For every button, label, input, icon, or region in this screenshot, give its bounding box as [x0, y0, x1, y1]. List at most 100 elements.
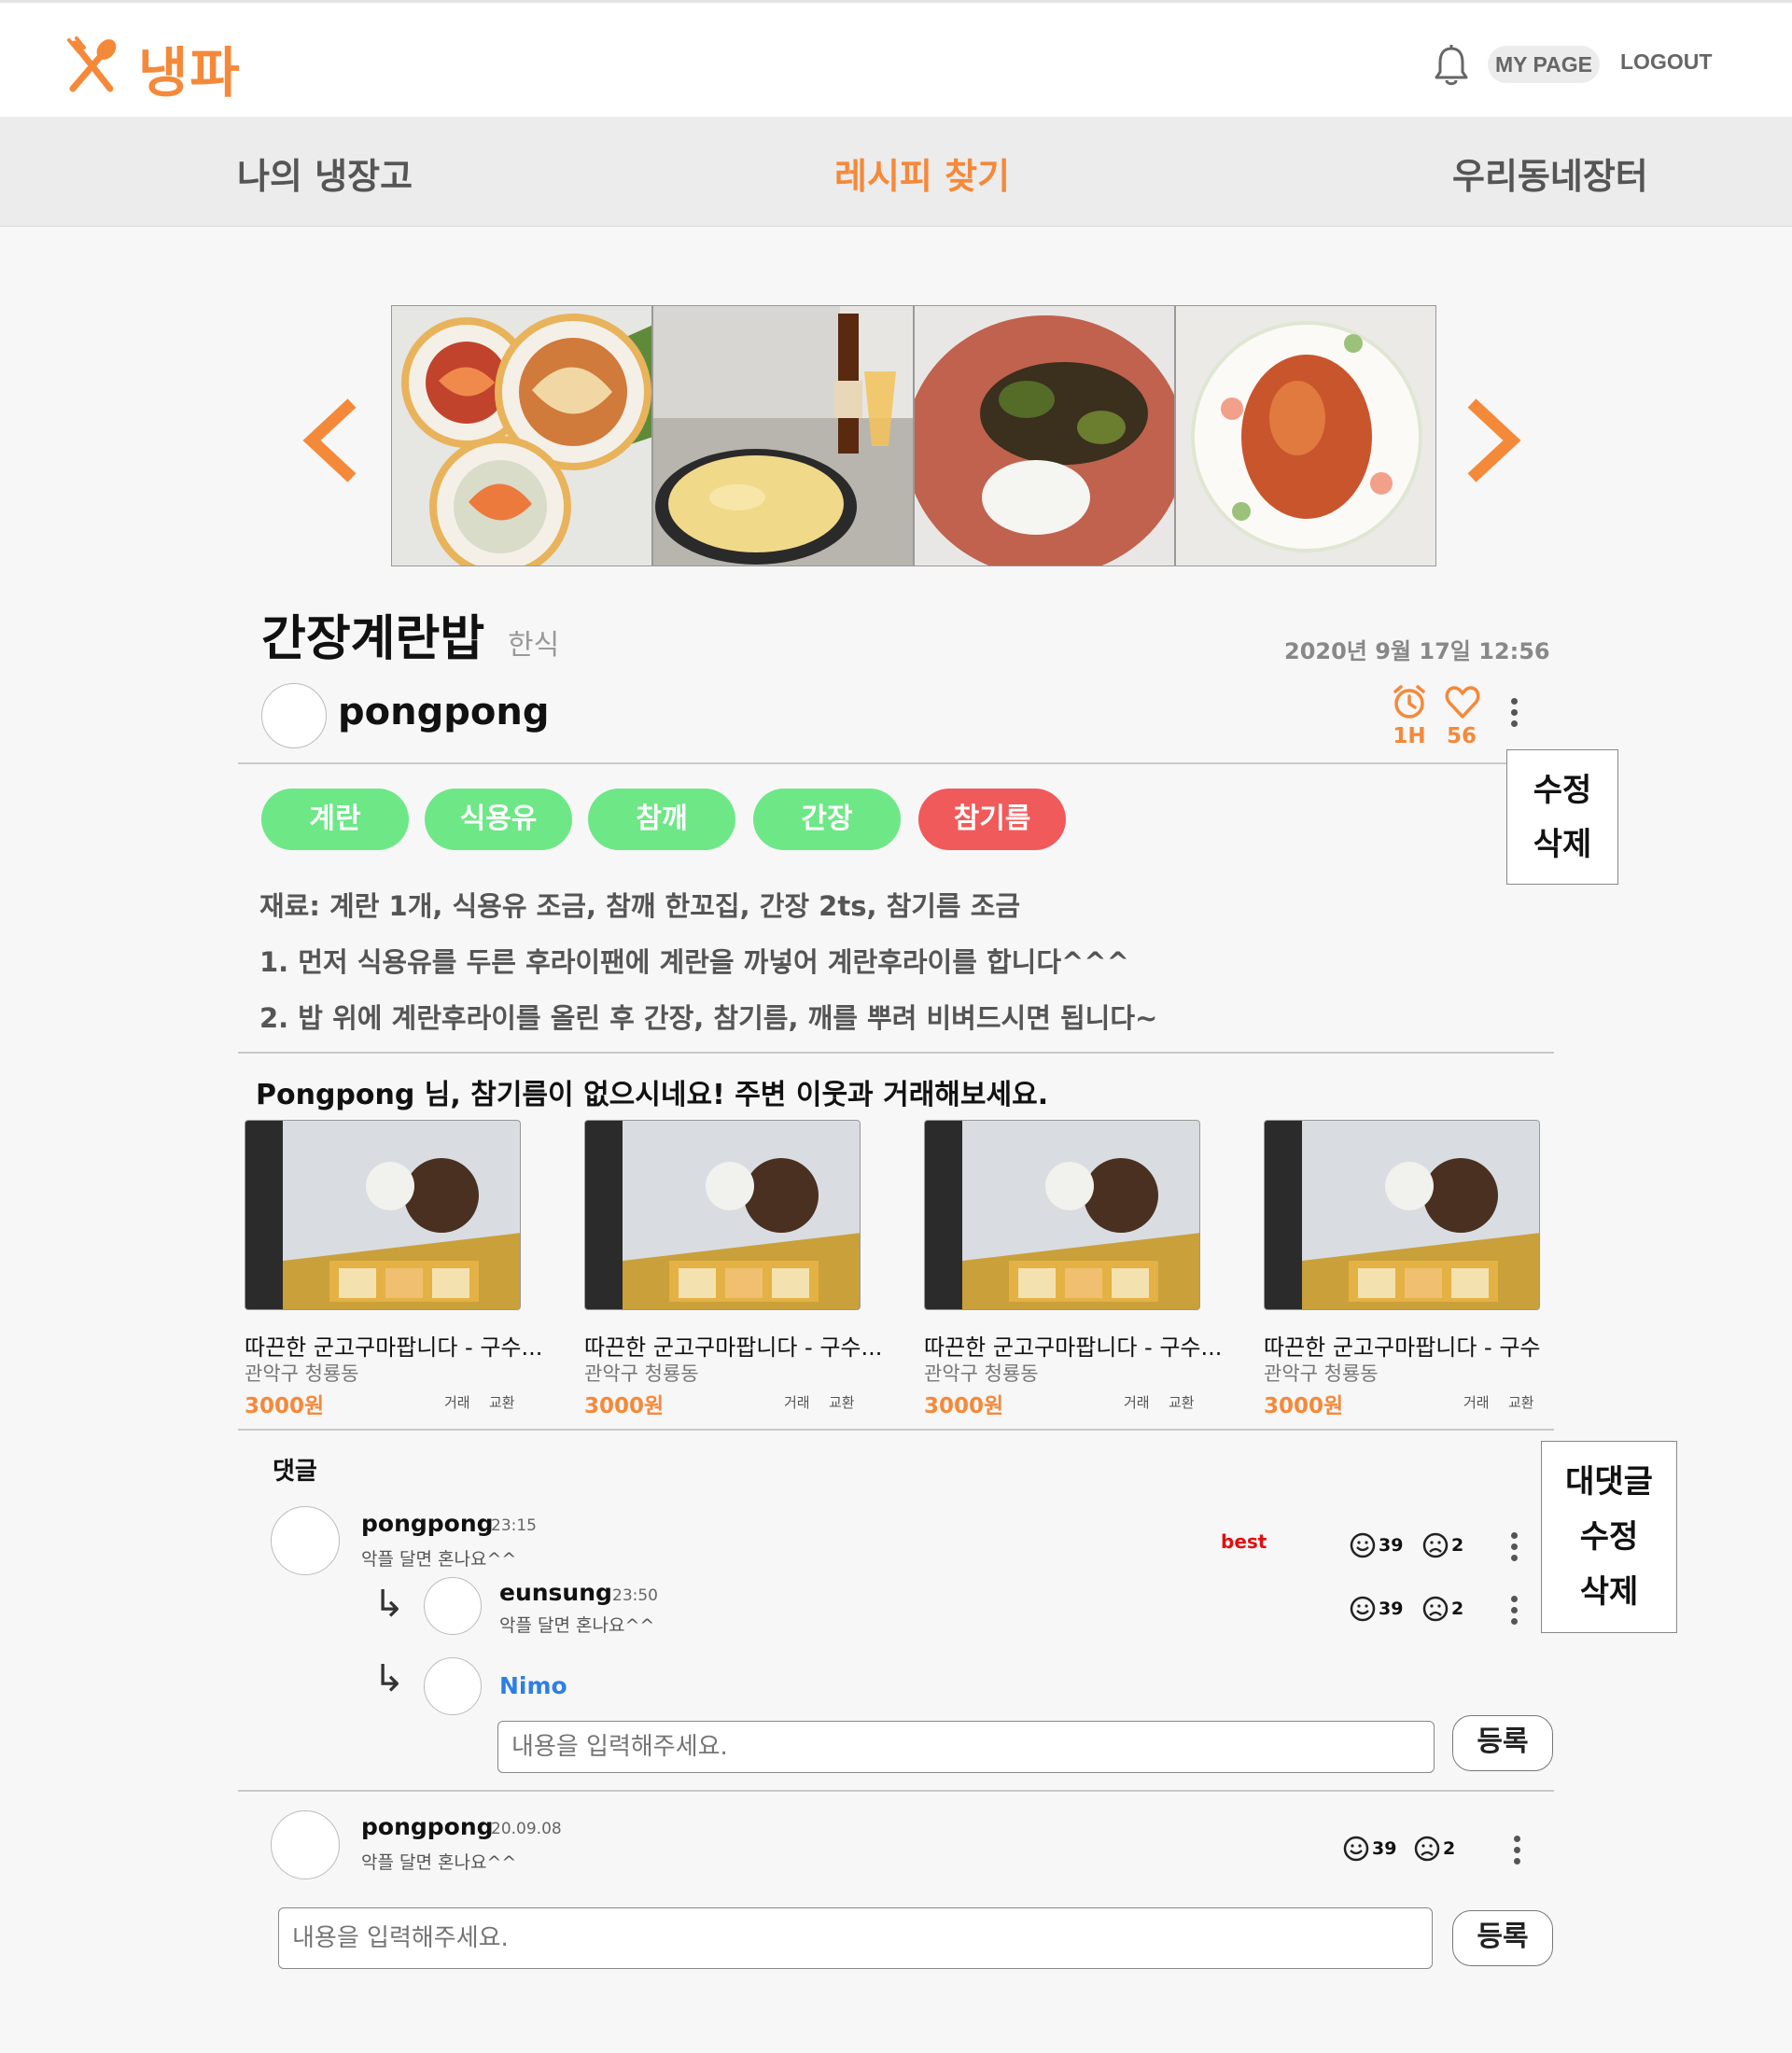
recipe-photo-3[interactable] [914, 305, 1175, 566]
suggestion-title: Pongpong 님, 참기름이 없으시네요! 주변 이웃과 거래해보세요. [256, 1079, 1049, 1111]
recipe-date: 2020년 9월 17일 12:56 [1284, 638, 1550, 664]
logo-text[interactable]: 냉파 [138, 29, 242, 107]
alarm-clock-icon [1393, 685, 1425, 719]
best-badge: best [1221, 1530, 1267, 1553]
like-reaction[interactable]: 39 [1349, 1595, 1403, 1623]
author-name[interactable]: pongpong [338, 691, 549, 733]
prev-arrow-icon[interactable] [301, 396, 366, 485]
recipe-photo-4[interactable] [1175, 305, 1436, 566]
product-name[interactable]: 따끈한 군고구마팝니다 - 구수... [924, 1329, 1232, 1362]
comment-body: 악플 달면 혼나요^^ [361, 1852, 517, 1873]
like-reaction[interactable]: 39 [1349, 1531, 1403, 1559]
next-arrow-icon[interactable] [1458, 396, 1523, 485]
divider [238, 1429, 1554, 1431]
author-avatar[interactable] [261, 683, 327, 748]
like-count: 39 [1379, 1599, 1404, 1619]
product-image[interactable] [1264, 1120, 1540, 1310]
divider [238, 762, 1554, 764]
comment-more-icon[interactable] [1511, 1832, 1522, 1869]
ingredient-tag-missing[interactable]: 참기름 [918, 789, 1066, 850]
commenter-name[interactable]: pongpong [361, 1813, 494, 1840]
smile-icon [1350, 1532, 1376, 1558]
comment-submit-button[interactable]: 등록 [1452, 1910, 1553, 1966]
product-name[interactable]: 따끈한 군고구마팝니다 - 구수 [1264, 1329, 1572, 1362]
frown-icon [1422, 1596, 1449, 1622]
step-text: 1. 먼저 식용유를 두른 후라이팬에 계란을 까넣어 계란후라이를 합니다^^… [259, 946, 1129, 978]
product-price: 3000원 [924, 1394, 1004, 1418]
comment-edit-option[interactable]: 수정 [1542, 1510, 1676, 1565]
product-location: 관악구 청룡동 [245, 1362, 359, 1385]
frown-icon [1422, 1532, 1449, 1558]
nav-find-recipe[interactable]: 레시피 찾기 [834, 147, 1010, 199]
comment-time: 23:50 [612, 1586, 658, 1605]
recipe-title: 간장계란밥 [261, 611, 485, 667]
reply-option[interactable]: 대댓글 [1542, 1455, 1676, 1510]
cook-time: 1H [1393, 724, 1426, 748]
divider [238, 1790, 1554, 1792]
trade-label: 거래 [1463, 1394, 1490, 1411]
dislike-reaction[interactable]: 2 [1421, 1595, 1463, 1623]
nav-local-market[interactable]: 우리동네장터 [1452, 147, 1648, 199]
trade-label: 거래 [444, 1394, 470, 1411]
recipe-more-icon[interactable] [1508, 694, 1519, 732]
frown-icon [1414, 1836, 1440, 1862]
recipe-category: 한식 [508, 629, 560, 662]
ingredient-tag[interactable]: 간장 [753, 789, 901, 850]
product-image[interactable] [924, 1120, 1200, 1310]
heart-icon[interactable] [1444, 683, 1481, 720]
product-location: 관악구 청룡동 [1264, 1362, 1379, 1385]
commenter-name[interactable]: eunsung [499, 1579, 612, 1606]
comment-body: 악플 달면 혼나요^^ [499, 1615, 655, 1636]
product-name[interactable]: 따끈한 군고구마팝니다 - 구수... [584, 1329, 892, 1362]
reply-submit-button[interactable]: 등록 [1452, 1715, 1553, 1771]
mypage-button[interactable]: MY PAGE [1488, 46, 1600, 83]
divider [238, 1052, 1554, 1054]
fork-knife-icon[interactable] [65, 36, 118, 94]
product-location: 관악구 청룡동 [584, 1362, 699, 1385]
dislike-count: 2 [1443, 1838, 1456, 1859]
dislike-reaction[interactable]: 2 [1421, 1531, 1463, 1559]
logout-button[interactable]: LOGOUT [1620, 49, 1712, 75]
commenter-avatar[interactable] [271, 1506, 340, 1575]
comment-context-menu: 대댓글 수정 삭제 [1541, 1441, 1677, 1633]
smile-icon [1343, 1836, 1369, 1862]
ingredient-tag[interactable]: 식용유 [425, 789, 572, 850]
comment-more-icon[interactable] [1508, 1592, 1519, 1629]
ingredient-tag[interactable]: 계란 [261, 789, 409, 850]
comment-more-icon[interactable] [1508, 1529, 1519, 1566]
comment-input[interactable] [278, 1907, 1433, 1969]
current-user-avatar [424, 1657, 482, 1715]
product-price: 3000원 [584, 1394, 665, 1418]
recipe-photo-2[interactable] [652, 305, 914, 566]
dislike-reaction[interactable]: 2 [1413, 1835, 1455, 1863]
recipe-edit-option[interactable]: 수정 [1507, 763, 1617, 817]
reply-input[interactable] [497, 1721, 1435, 1773]
commenter-avatar[interactable] [271, 1810, 340, 1879]
commenter-avatar[interactable] [424, 1577, 482, 1635]
commenter-name[interactable]: pongpong [361, 1510, 494, 1537]
product-image[interactable] [584, 1120, 861, 1310]
bell-icon[interactable] [1434, 44, 1469, 87]
comments-title: 댓글 [273, 1458, 317, 1486]
main-nav: 나의 냉장고 레시피 찾기 우리동네장터 [0, 117, 1792, 227]
product-image[interactable] [245, 1120, 521, 1310]
comment-delete-option[interactable]: 삭제 [1542, 1565, 1676, 1620]
ingredients-text: 재료: 계란 1개, 식용유 조금, 참깨 한꼬집, 간장 2ts, 참기름 조… [259, 890, 1021, 922]
comment-time: 20.09.08 [491, 1820, 562, 1838]
product-location: 관악구 청룡동 [924, 1362, 1039, 1385]
recipe-delete-option[interactable]: 삭제 [1507, 817, 1617, 872]
exchange-label: 교환 [489, 1394, 515, 1411]
ingredient-tag[interactable]: 참깨 [588, 789, 735, 850]
reply-arrow-icon: ↳ [373, 1583, 405, 1626]
smile-icon [1350, 1596, 1376, 1622]
exchange-label: 교환 [1508, 1394, 1534, 1411]
like-reaction[interactable]: 39 [1342, 1835, 1396, 1863]
product-name[interactable]: 따끈한 군고구마팝니다 - 구수... [245, 1329, 553, 1362]
like-count: 56 [1446, 724, 1477, 748]
comment-body: 악플 달면 혼나요^^ [361, 1549, 517, 1570]
comment-time: 23:15 [491, 1516, 537, 1535]
recipe-photo-1[interactable] [391, 305, 652, 566]
nav-my-fridge[interactable]: 나의 냉장고 [237, 147, 413, 199]
exchange-label: 교환 [1169, 1394, 1195, 1411]
reply-username: Nimo [499, 1672, 567, 1699]
